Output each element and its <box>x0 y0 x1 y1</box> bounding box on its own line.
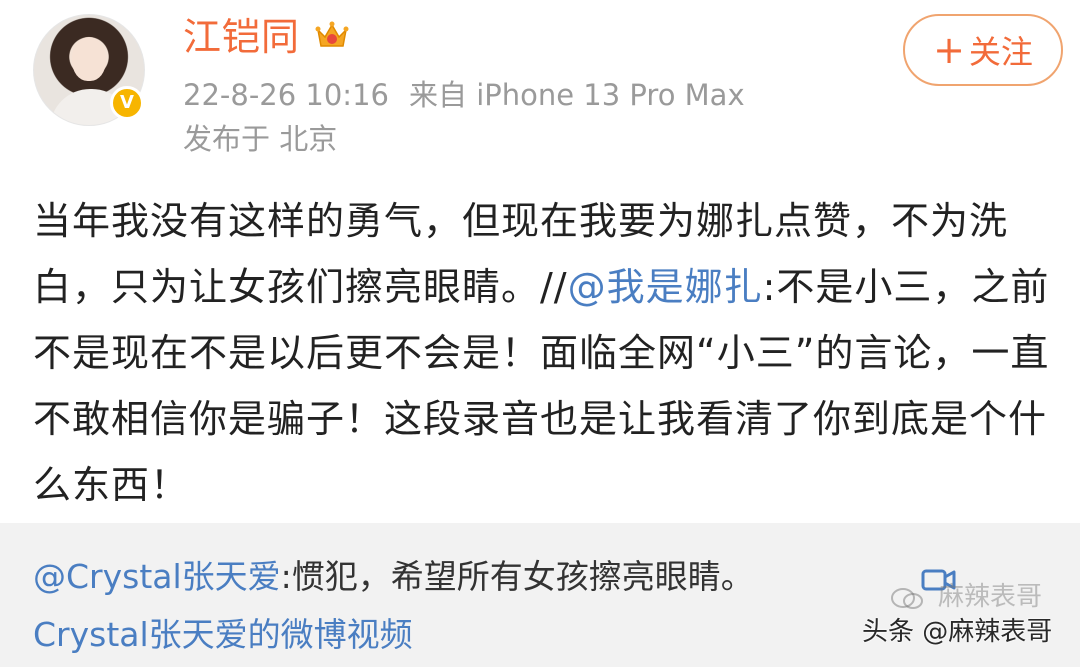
video-link[interactable]: Crystal张天爱的微博视频 <box>33 613 413 657</box>
timestamp: 22-8-26 10:16 <box>183 78 389 112</box>
post-location: 发布于 北京 <box>183 122 338 156</box>
repost-text-line: @Crystal张天爱:惯犯，希望所有女孩擦亮眼睛。 <box>33 555 754 599</box>
crown-icon <box>315 21 349 47</box>
follow-button[interactable]: + 关注 <box>903 14 1063 86</box>
mention-link[interactable]: @我是娜扎 <box>568 265 763 309</box>
repost-author-link[interactable]: @Crystal张天爱 <box>33 557 281 596</box>
plus-icon: + <box>933 28 965 72</box>
avatar-face <box>72 37 106 81</box>
username[interactable]: 江铠同 <box>183 14 300 60</box>
post-meta: 22-8-26 10:16 来自 iPhone 13 Pro Max <box>183 76 745 114</box>
watermark-main: 头条 @麻辣表哥 <box>862 617 1053 647</box>
post-source: 来自 iPhone 13 Pro Max <box>408 78 745 112</box>
verified-badge-icon: V <box>110 86 144 120</box>
chat-bubble-icon <box>891 588 923 609</box>
weibo-post: V 江铠同 22-8-26 10:16 来自 iPhone 13 Pro Max … <box>0 0 1080 523</box>
follow-label: 关注 <box>968 33 1033 71</box>
repost-text: :惯犯，希望所有女孩擦亮眼睛。 <box>280 557 754 596</box>
post-body: 当年我没有这样的勇气，但现在我要为娜扎点赞，不为洗白，只为让女孩们擦亮眼睛。//… <box>33 188 1063 518</box>
watermark-faint: 麻辣表哥 <box>938 582 1043 612</box>
